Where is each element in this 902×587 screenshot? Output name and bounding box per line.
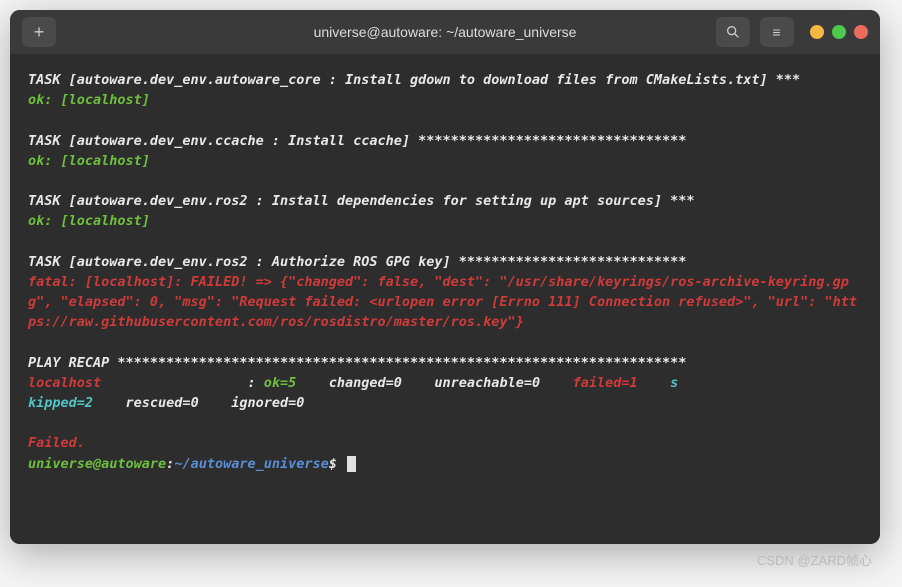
terminal-window: + universe@autoware: ~/autoware_universe… <box>10 10 880 544</box>
search-icon <box>725 24 741 40</box>
recap-changed: changed=0 <box>296 375 402 391</box>
task-header: TASK [autoware.dev_env.ros2 : Authorize … <box>28 252 862 272</box>
recap-skipped-start: s <box>638 375 679 391</box>
titlebar-controls: ≡ <box>716 17 868 47</box>
recap-header: PLAY RECAP *****************************… <box>28 353 862 373</box>
recap-ok: ok=5 <box>264 375 297 391</box>
recap-line: localhost : ok=5 changed=0 unreachable=0… <box>28 373 862 393</box>
maximize-button[interactable] <box>832 25 846 39</box>
new-tab-button[interactable]: + <box>22 17 56 47</box>
prompt-path: ~/autoware_universe <box>174 456 328 472</box>
task-header: TASK [autoware.dev_env.ros2 : Install de… <box>28 191 862 211</box>
recap-rescued: rescued=0 <box>93 395 199 411</box>
close-button[interactable] <box>854 25 868 39</box>
prompt-dollar: $ <box>329 456 345 472</box>
cursor <box>347 456 356 472</box>
recap-skipped-rest: kipped=2 <box>28 395 93 411</box>
recap-line2: kipped=2 rescued=0 ignored=0 <box>28 393 862 413</box>
task-status-failed: fatal: [localhost]: FAILED! => {"changed… <box>28 272 862 333</box>
recap-unreachable: unreachable=0 <box>402 375 540 391</box>
menu-button[interactable]: ≡ <box>760 17 794 47</box>
traffic-lights <box>810 25 868 39</box>
prompt-line: universe@autoware:~/autoware_universe$ <box>28 454 862 474</box>
failed-text: Failed. <box>28 433 862 453</box>
recap-failed: failed=1 <box>540 375 638 391</box>
watermark: CSDN @ZARD帧心 <box>10 550 892 569</box>
task-status-ok: ok: [localhost] <box>28 151 862 171</box>
task-status-ok: ok: [localhost] <box>28 90 862 110</box>
prompt-user: universe@autoware <box>28 456 166 472</box>
task-header: TASK [autoware.dev_env.ccache : Install … <box>28 131 862 151</box>
terminal-body[interactable]: TASK [autoware.dev_env.autoware_core : I… <box>10 54 880 544</box>
recap-sep: : <box>101 375 264 391</box>
search-button[interactable] <box>716 17 750 47</box>
recap-ignored: ignored=0 <box>199 395 305 411</box>
window-title: universe@autoware: ~/autoware_universe <box>314 24 577 40</box>
recap-host: localhost <box>28 375 101 391</box>
minimize-button[interactable] <box>810 25 824 39</box>
task-status-ok: ok: [localhost] <box>28 211 862 231</box>
titlebar: + universe@autoware: ~/autoware_universe… <box>10 10 880 54</box>
task-header: TASK [autoware.dev_env.autoware_core : I… <box>28 70 862 90</box>
